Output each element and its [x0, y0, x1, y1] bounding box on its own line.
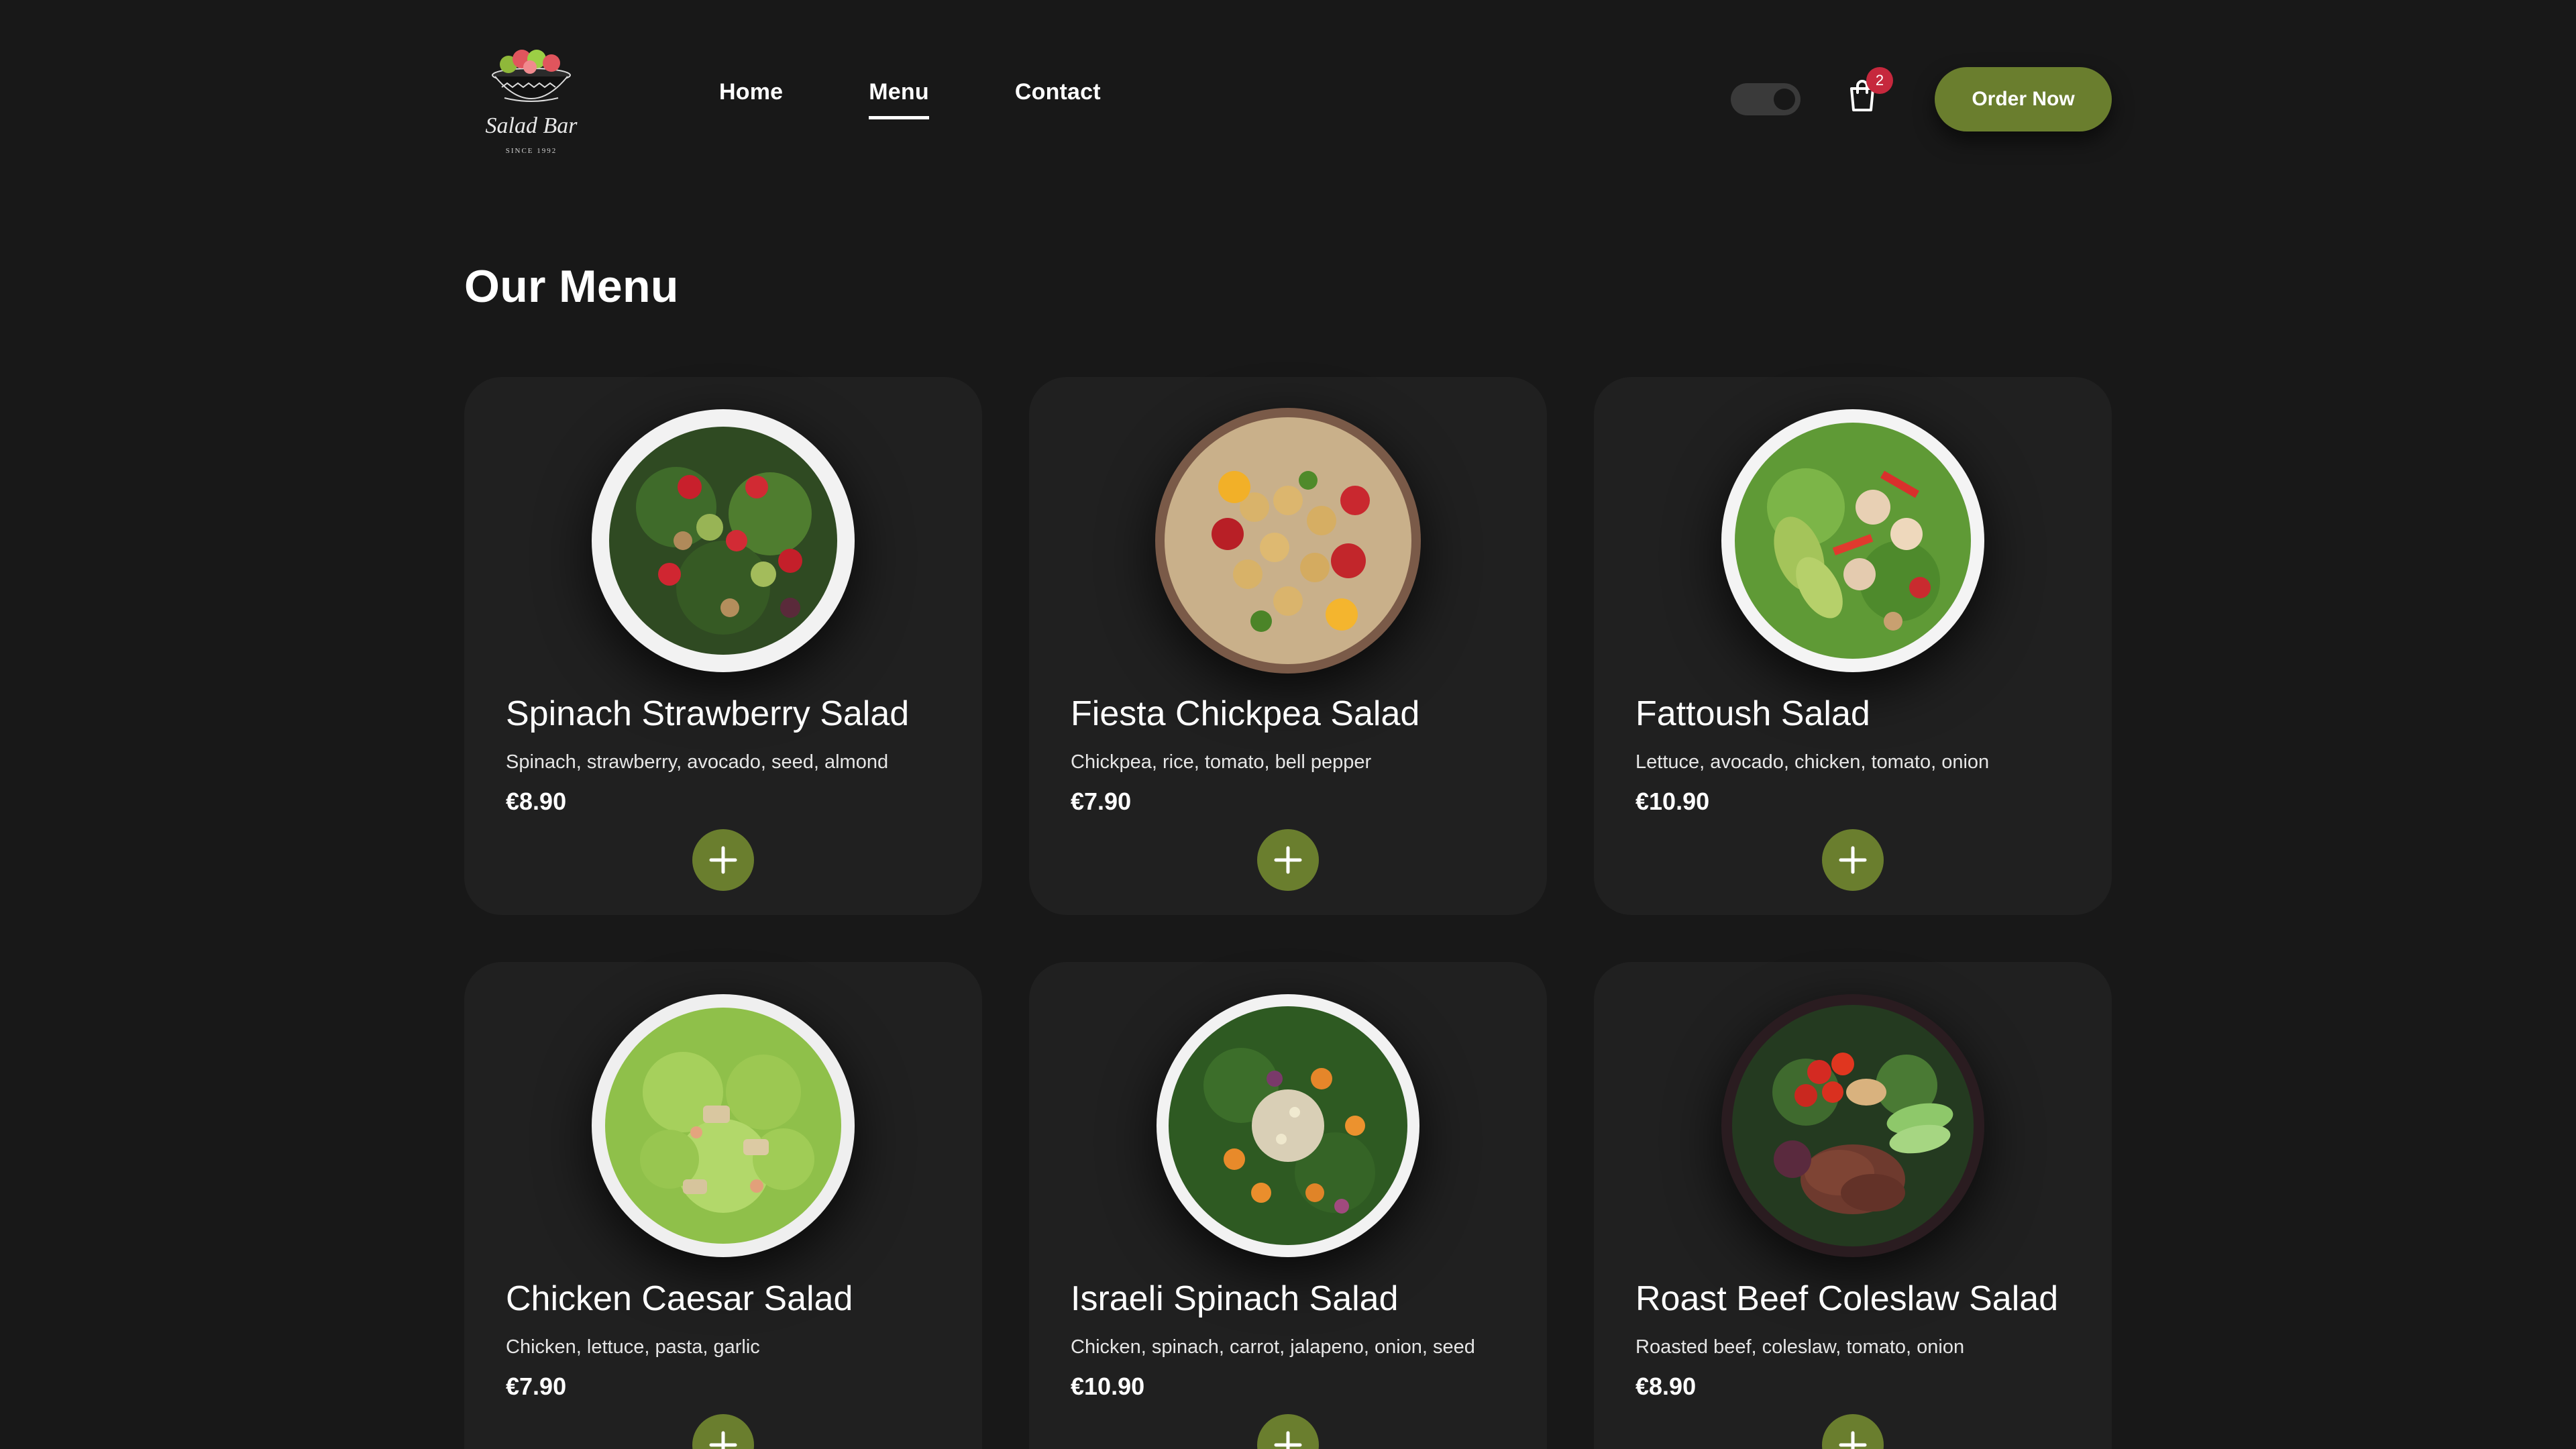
- salad-bar-logo[interactable]: Salad Bar SINCE 1992: [478, 40, 585, 161]
- page-title: Our Menu: [464, 261, 679, 312]
- menu-item-price: €8.90: [506, 788, 567, 815]
- site-header: Salad Bar SINCE 1992 Home Menu Contact 2…: [464, 0, 2112, 201]
- menu-card: Israeli Spinach Salad Chicken, spinach, …: [1029, 962, 1547, 1449]
- menu-item-ingredients: Chicken, lettuce, pasta, garlic: [506, 1336, 760, 1358]
- menu-item-ingredients: Spinach, strawberry, avocado, seed, almo…: [506, 751, 889, 773]
- cart-button[interactable]: 2: [1846, 67, 1893, 118]
- add-to-cart-button[interactable]: [1822, 829, 1884, 891]
- nav-menu-link[interactable]: Menu: [869, 79, 929, 119]
- menu-item-ingredients: Chicken, spinach, carrot, jalapeno, onio…: [1071, 1336, 1475, 1358]
- nav-home-link[interactable]: Home: [719, 79, 783, 116]
- theme-toggle[interactable]: [1731, 83, 1801, 115]
- nav-contact-link[interactable]: Contact: [1015, 79, 1101, 116]
- fiesta-chickpea-salad-image: [1154, 407, 1422, 675]
- page: Salad Bar SINCE 1992 Home Menu Contact 2…: [0, 0, 2576, 1449]
- spinach-strawberry-salad-image: [589, 407, 857, 675]
- chicken-caesar-salad-image: [589, 991, 857, 1260]
- plus-icon: [1822, 1414, 1884, 1449]
- plus-icon: [692, 829, 754, 891]
- logo-script: Salad Bar: [486, 113, 578, 138]
- add-to-cart-button[interactable]: [692, 829, 754, 891]
- add-to-cart-button[interactable]: [692, 1414, 754, 1449]
- menu-item-price: €8.90: [1635, 1373, 1697, 1400]
- plus-icon: [1257, 1414, 1319, 1449]
- add-to-cart-button[interactable]: [1257, 1414, 1319, 1449]
- logo-since: SINCE 1992: [506, 147, 557, 155]
- menu-item-ingredients: Roasted beef, coleslaw, tomato, onion: [1635, 1336, 1965, 1358]
- menu-item-ingredients: Lettuce, avocado, chicken, tomato, onion: [1635, 751, 1990, 773]
- add-to-cart-button[interactable]: [1257, 829, 1319, 891]
- menu-item-price: €7.90: [1071, 788, 1132, 815]
- menu-item-price: €10.90: [1635, 788, 1710, 815]
- plus-icon: [692, 1414, 754, 1449]
- add-to-cart-button[interactable]: [1822, 1414, 1884, 1449]
- menu-item-name: Chicken Caesar Salad: [506, 1279, 853, 1318]
- roast-beef-coleslaw-salad-image: [1719, 991, 1987, 1260]
- plus-icon: [1257, 829, 1319, 891]
- menu-item-name: Spinach Strawberry Salad: [506, 694, 910, 733]
- plus-icon: [1822, 829, 1884, 891]
- menu-item-name: Israeli Spinach Salad: [1071, 1279, 1399, 1318]
- menu-item-ingredients: Chickpea, rice, tomato, bell pepper: [1071, 751, 1372, 773]
- menu-card: Spinach Strawberry Salad Spinach, strawb…: [464, 377, 982, 915]
- fattoush-salad-image: [1719, 407, 1987, 675]
- menu-item-name: Fattoush Salad: [1635, 694, 1870, 733]
- menu-card: Chicken Caesar Salad Chicken, lettuce, p…: [464, 962, 982, 1449]
- order-now-button[interactable]: Order Now: [1935, 67, 2112, 131]
- menu-item-name: Fiesta Chickpea Salad: [1071, 694, 1420, 733]
- menu-item-price: €10.90: [1071, 1373, 1145, 1400]
- theme-toggle-knob: [1774, 89, 1795, 110]
- cart-count-badge: 2: [1866, 67, 1893, 94]
- menu-grid: Spinach Strawberry Salad Spinach, strawb…: [464, 377, 2112, 1449]
- menu-card: Fattoush Salad Lettuce, avocado, chicken…: [1594, 377, 2112, 915]
- menu-item-price: €7.90: [506, 1373, 567, 1400]
- menu-card: Roast Beef Coleslaw Salad Roasted beef, …: [1594, 962, 2112, 1449]
- menu-item-name: Roast Beef Coleslaw Salad: [1635, 1279, 2059, 1318]
- menu-card: Fiesta Chickpea Salad Chickpea, rice, to…: [1029, 377, 1547, 915]
- main-nav: Home Menu Contact: [719, 79, 1101, 133]
- israeli-spinach-salad-image: [1154, 991, 1422, 1260]
